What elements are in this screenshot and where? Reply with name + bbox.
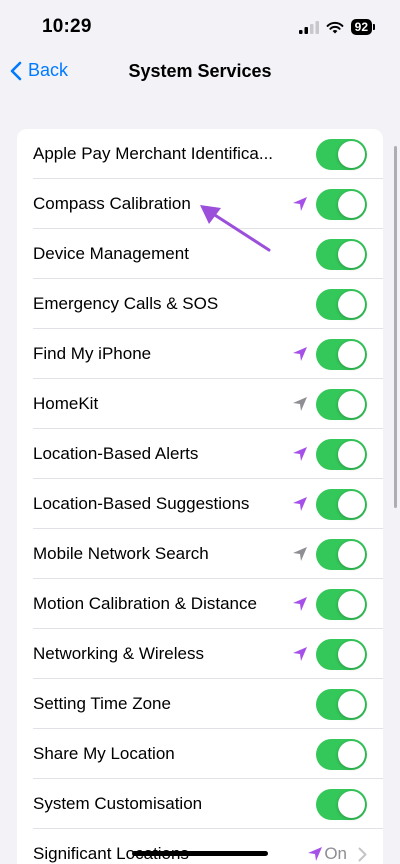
toggle-switch[interactable] — [316, 389, 367, 420]
battery-indicator: 92 — [350, 19, 376, 35]
status-icons: 92 — [298, 17, 376, 37]
row-label: Compass Calibration — [33, 194, 191, 213]
toggle-knob — [338, 241, 365, 268]
toggle-switch[interactable] — [316, 489, 367, 520]
row-label: Setting Time Zone — [33, 694, 171, 713]
row-label: Mobile Network Search — [33, 544, 209, 563]
toggle-switch[interactable] — [316, 589, 367, 620]
toggle-knob — [338, 641, 365, 668]
list-item: Networking & Wireless — [17, 629, 383, 679]
list-item: Emergency Calls & SOS — [17, 279, 383, 329]
list-item: Mobile Network Search — [17, 529, 383, 579]
location-arrow-icon — [308, 847, 322, 861]
row-label: System Customisation — [33, 794, 203, 813]
toggle-knob — [338, 691, 365, 718]
toggle-switch[interactable] — [316, 289, 367, 320]
toggle-knob — [338, 541, 365, 568]
row-label: Location-Based Alerts — [33, 444, 199, 463]
location-arrow-icon — [293, 397, 307, 411]
status-time: 10:29 — [42, 16, 92, 37]
toggle-switch[interactable] — [316, 239, 367, 270]
toggle-switch[interactable] — [316, 139, 367, 170]
toggle-switch[interactable] — [316, 189, 367, 220]
list-item: Setting Time Zone — [17, 679, 383, 729]
row-label: Device Management — [33, 244, 189, 263]
toggle-switch[interactable] — [316, 689, 367, 720]
navigation-bar: Back System Services — [0, 54, 400, 90]
row-label: Find My iPhone — [33, 344, 152, 363]
list-item: HomeKit — [17, 379, 383, 429]
list-item: Motion Calibration & Distance — [17, 579, 383, 629]
wifi-icon — [326, 21, 344, 33]
toggle-knob — [338, 441, 365, 468]
list-item: Apple Pay Merchant Identifica... — [17, 129, 383, 179]
toggle-knob — [338, 391, 365, 418]
cellular-signal-icon — [298, 20, 319, 34]
toggle-switch[interactable] — [316, 739, 367, 770]
toggle-knob — [338, 341, 365, 368]
row-label: Apple Pay Merchant Identifica... — [33, 144, 274, 163]
row-value: On — [324, 844, 347, 863]
row-label: Networking & Wireless — [33, 644, 204, 663]
list-item: Share My Location — [17, 729, 383, 779]
location-arrow-icon — [293, 497, 307, 511]
toggle-knob — [338, 291, 365, 318]
location-arrow-icon — [293, 447, 307, 461]
chevron-right-icon — [358, 847, 367, 862]
location-arrow-icon — [293, 647, 307, 661]
toggle-switch[interactable] — [316, 339, 367, 370]
scrollbar[interactable] — [394, 146, 397, 508]
home-indicator — [132, 851, 268, 856]
location-arrow-icon — [293, 347, 307, 361]
row-label: Motion Calibration & Distance — [33, 594, 257, 613]
toggle-switch[interactable] — [316, 789, 367, 820]
toggle-knob — [338, 191, 365, 218]
toggle-knob — [338, 141, 365, 168]
significant-locations-row[interactable]: Significant Locations On — [17, 829, 383, 864]
list-item: Location-Based Suggestions — [17, 479, 383, 529]
row-label: Share My Location — [33, 744, 175, 763]
status-bar: 10:29 92 — [0, 0, 400, 54]
toggle-knob — [338, 591, 365, 618]
toggle-switch[interactable] — [316, 639, 367, 670]
page-title: System Services — [128, 61, 272, 81]
toggle-switch[interactable] — [316, 439, 367, 470]
toggle-switch[interactable] — [316, 539, 367, 570]
location-arrow-icon — [293, 197, 307, 211]
row-label: Significant Locations — [33, 844, 189, 863]
list-item: Find My iPhone — [17, 329, 383, 379]
toggle-knob — [338, 491, 365, 518]
location-arrow-icon — [293, 547, 307, 561]
row-label: Location-Based Suggestions — [33, 494, 250, 513]
annotation-arrow-icon — [200, 205, 271, 252]
row-label: HomeKit — [33, 394, 99, 413]
list-item: Location-Based Alerts — [17, 429, 383, 479]
location-arrow-icon — [293, 597, 307, 611]
row-label: Emergency Calls & SOS — [33, 294, 219, 313]
toggle-knob — [338, 741, 365, 768]
list-item: System Customisation — [17, 779, 383, 829]
toggle-knob — [338, 791, 365, 818]
